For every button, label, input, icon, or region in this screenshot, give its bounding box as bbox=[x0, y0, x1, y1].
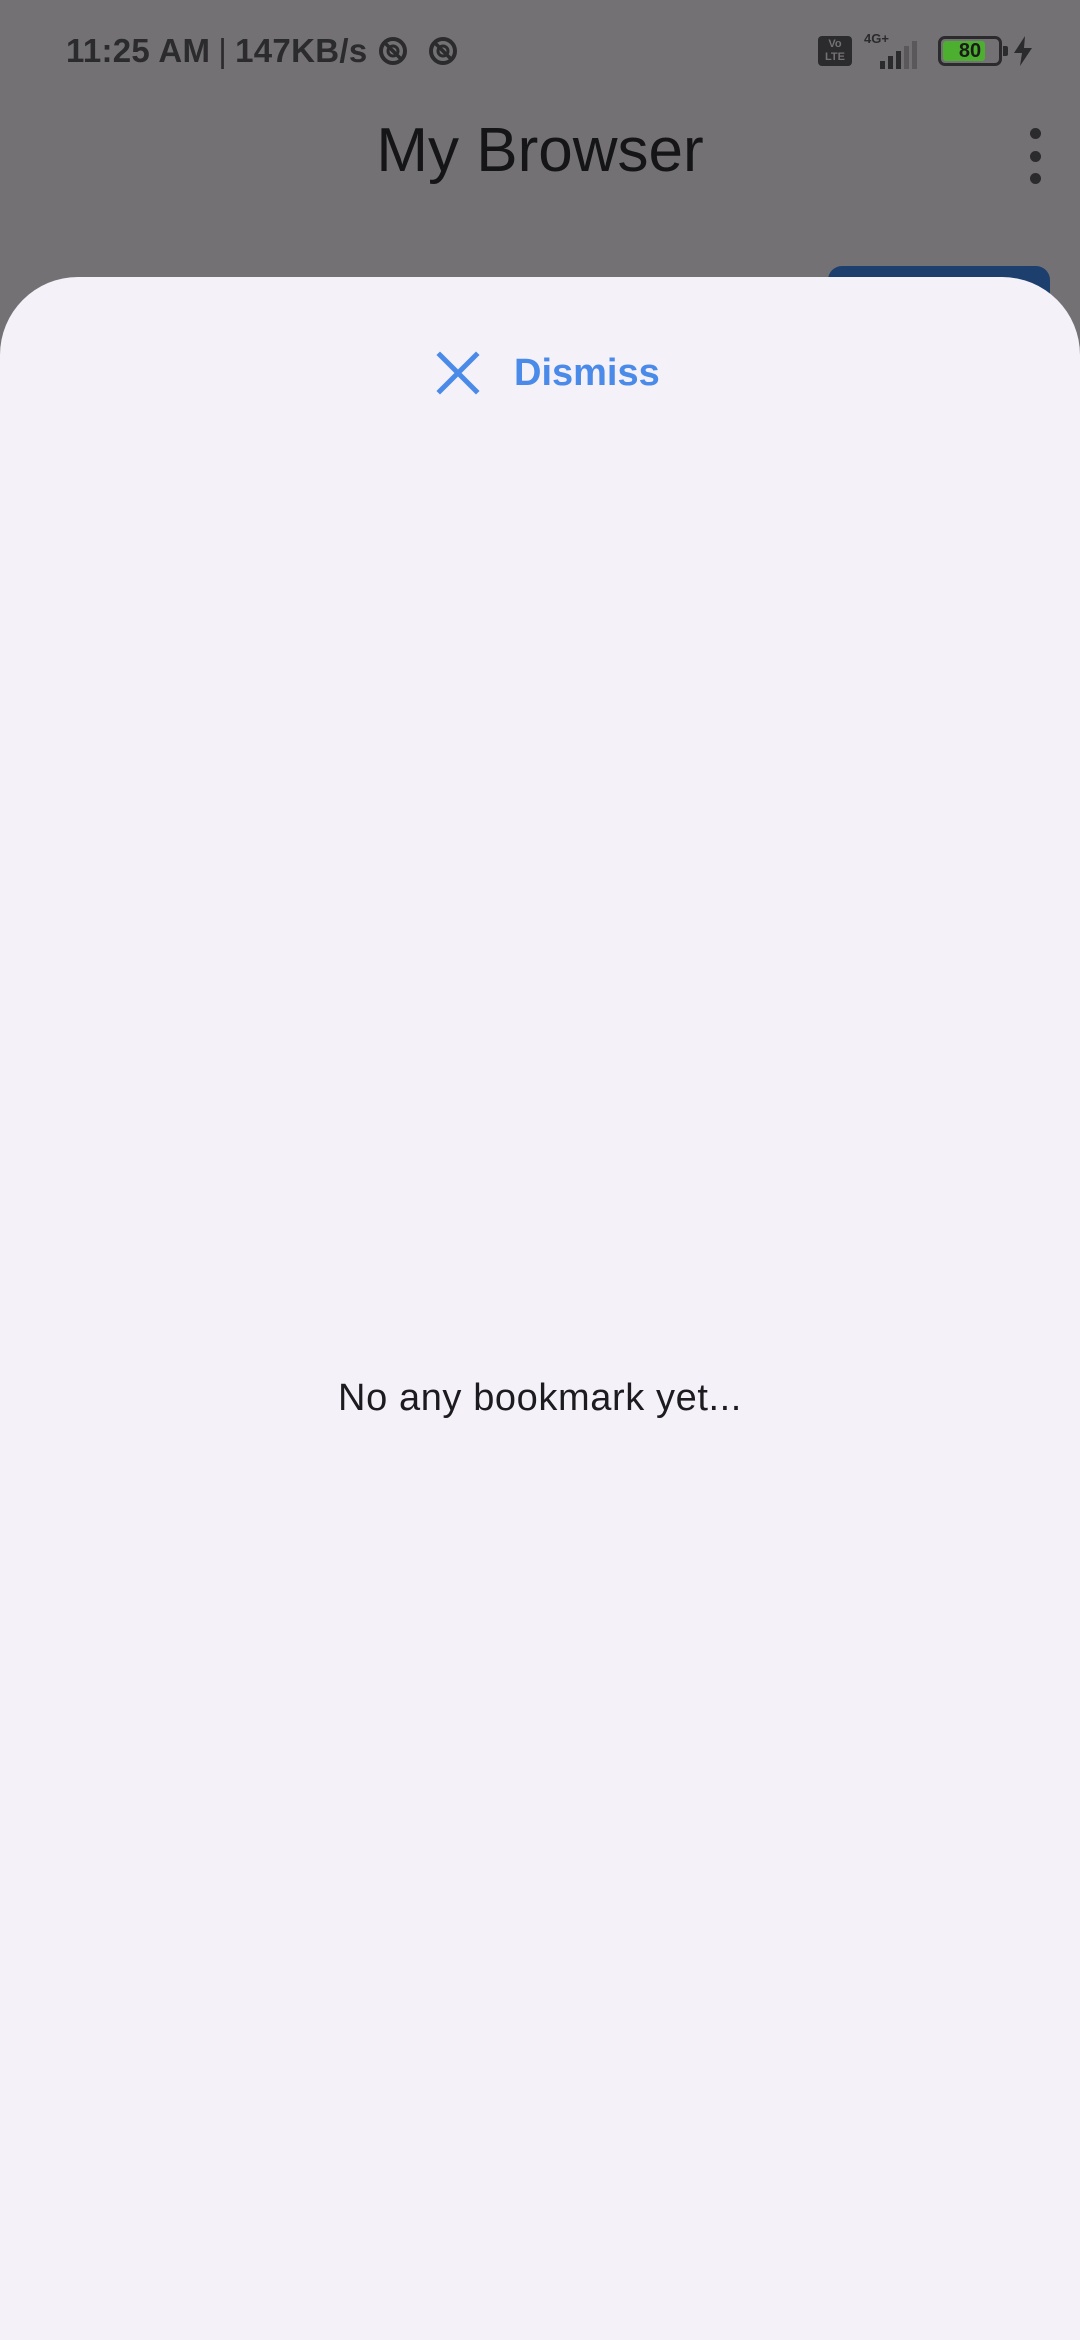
menu-dot bbox=[1029, 150, 1041, 162]
more-vert-icon[interactable] bbox=[1020, 128, 1050, 184]
signal-bars bbox=[880, 41, 917, 69]
volte-icon: Vo LTE bbox=[818, 36, 852, 66]
signal-bar bbox=[896, 51, 901, 69]
menu-dot bbox=[1029, 173, 1041, 184]
menu-dot bbox=[1029, 128, 1041, 139]
signal-bar bbox=[904, 46, 909, 69]
status-net-speed: 147KB/s bbox=[235, 32, 368, 69]
battery-icon: 80 bbox=[938, 36, 1008, 66]
status-bar: 11:25 AM | 147KB/s Vo LTE 4G+ 80 bbox=[0, 0, 1080, 100]
close-icon bbox=[436, 351, 480, 395]
signal-bar bbox=[880, 61, 885, 69]
empty-state-message: No any bookmark yet... bbox=[338, 1377, 742, 1419]
status-left: 11:25 AM | 147KB/s bbox=[66, 28, 459, 74]
signal-icon: 4G+ bbox=[864, 31, 924, 69]
battery-level: 80 bbox=[958, 40, 982, 62]
signal-bar bbox=[912, 41, 917, 69]
battery-nub bbox=[1003, 46, 1008, 56]
volte-top-text: Vo bbox=[828, 38, 842, 50]
status-separator: | bbox=[218, 32, 228, 69]
dismiss-button[interactable]: Dismiss bbox=[418, 335, 676, 411]
charging-icon bbox=[1014, 36, 1032, 66]
bookmarks-sheet: Dismiss No any bookmark yet... bbox=[0, 277, 1080, 2340]
sync-off-icon bbox=[379, 37, 408, 65]
sync-off-icon bbox=[429, 37, 458, 65]
page-title: My Browser bbox=[376, 116, 704, 185]
status-right: Vo LTE 4G+ 80 bbox=[818, 30, 1034, 72]
volte-bottom-text: LTE bbox=[825, 51, 845, 63]
status-time: 11:25 AM bbox=[66, 32, 211, 69]
signal-bar bbox=[888, 56, 893, 69]
dismiss-label: Dismiss bbox=[514, 351, 660, 394]
